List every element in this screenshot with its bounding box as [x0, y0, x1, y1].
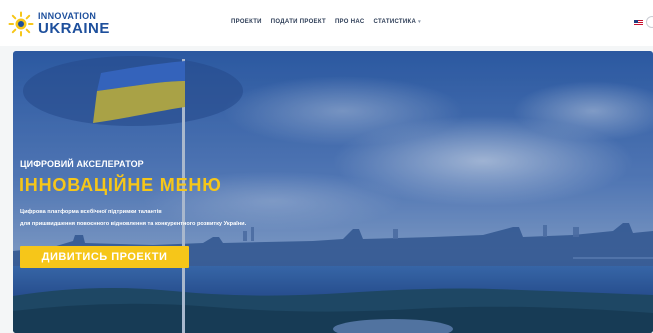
logo[interactable]: INNOVATION UKRAINE	[8, 11, 110, 37]
nav-item-projects[interactable]: ПРОЕКТИ	[231, 19, 262, 25]
main-nav: ПРОЕКТИ ПОДАТИ ПРОЕКТ ПРО НАС СТАТИСТИКА…	[231, 19, 430, 25]
us-flag-icon[interactable]	[634, 20, 643, 26]
hero-description-line-2: для пришвидшення повоєнного відновлення …	[20, 221, 247, 227]
language-switcher[interactable]	[646, 16, 653, 28]
nav-item-statistics[interactable]: СТАТИСТИКА ▾	[373, 19, 420, 25]
site-header: INNOVATION UKRAINE ПРОЕКТИ ПОДАТИ ПРОЕКТ…	[0, 0, 653, 46]
hero-description: Цифрова платформа всебічної підтримки та…	[20, 206, 380, 230]
view-projects-button[interactable]: ДИВИТИСЬ ПРОЕКТИ	[20, 246, 189, 268]
chevron-down-icon: ▾	[418, 19, 421, 25]
hero-banner: ЦИФРОВИЙ АКСЕЛЕРАТОР ІННОВАЦІЙНЕ МЕНЮ Ци…	[13, 51, 653, 333]
nav-item-about[interactable]: ПРО НАС	[335, 19, 365, 25]
logo-bottom-text: UKRAINE	[38, 20, 110, 37]
logo-text: INNOVATION UKRAINE	[38, 12, 110, 37]
hero-eyebrow: ЦИФРОВИЙ АКСЕЛЕРАТОР	[20, 159, 144, 169]
page: INNOVATION UKRAINE ПРОЕКТИ ПОДАТИ ПРОЕКТ…	[0, 0, 653, 333]
hero-description-line-1: Цифрова платформа всебічної підтримки та…	[20, 209, 162, 215]
nav-item-submit-project[interactable]: ПОДАТИ ПРОЕКТ	[271, 19, 326, 25]
nav-item-statistics-label: СТАТИСТИКА	[373, 19, 417, 25]
sun-logo-icon	[8, 11, 34, 37]
hero-title: ІННОВАЦІЙНЕ МЕНЮ	[19, 175, 222, 195]
